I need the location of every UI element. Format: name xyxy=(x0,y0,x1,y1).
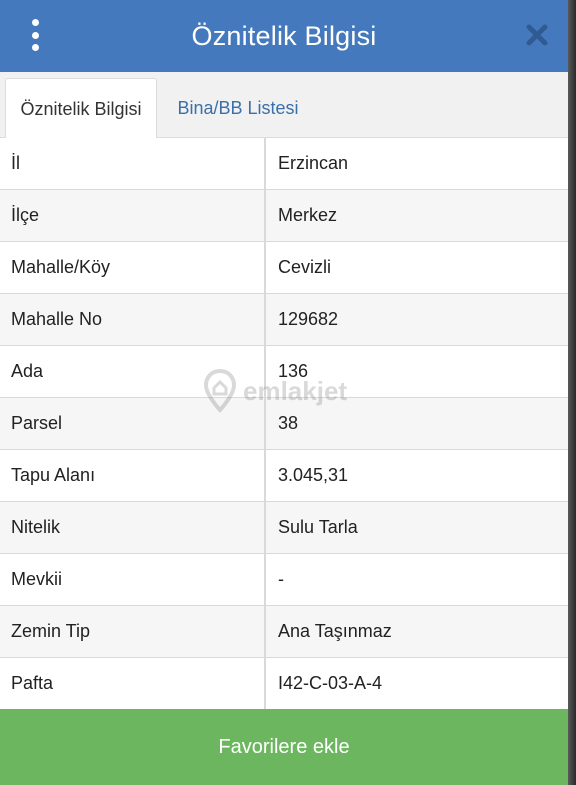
attribute-value: Merkez xyxy=(278,205,338,225)
attribute-table: İl Erzincan İlçe Merkez Mahalle/Köy Cevi… xyxy=(0,138,568,710)
attribute-key: Mahalle/Köy xyxy=(0,242,266,293)
close-icon[interactable] xyxy=(524,22,550,48)
table-row: Tapu Alanı 3.045,31 xyxy=(0,450,568,502)
tab-attribute-info[interactable]: Öznitelik Bilgisi xyxy=(5,78,157,139)
tab-building-list[interactable]: Bina/BB Listesi xyxy=(168,78,308,138)
attribute-key: Parsel xyxy=(0,398,266,449)
table-row: Mevkii - xyxy=(0,554,568,606)
table-row: İl Erzincan xyxy=(0,138,568,190)
attribute-value: Sulu Tarla xyxy=(278,517,358,537)
attribute-key: Mevkii xyxy=(0,554,266,605)
add-to-favorites-button[interactable]: Favorilere ekle xyxy=(0,709,568,785)
tab-bar: Öznitelik Bilgisi Bina/BB Listesi xyxy=(0,72,568,139)
table-row: Parsel 38 xyxy=(0,398,568,450)
attribute-key: Mahalle No xyxy=(0,294,266,345)
table-row: İlçe Merkez xyxy=(0,190,568,242)
modal-header: Öznitelik Bilgisi xyxy=(0,0,568,72)
attribute-key: İlçe xyxy=(0,190,266,241)
attribute-value: Erzincan xyxy=(278,153,349,173)
attribute-value: 129682 xyxy=(278,309,339,329)
table-row: Pafta I42-C-03-A-4 xyxy=(0,658,568,710)
table-row: Mahalle No 129682 xyxy=(0,294,568,346)
attribute-key: İl xyxy=(0,138,266,189)
attribute-value: - xyxy=(278,569,284,589)
modal-title: Öznitelik Bilgisi xyxy=(191,20,377,51)
attribute-value: 38 xyxy=(278,413,299,433)
background-edge xyxy=(568,0,576,785)
attribute-value: Ana Taşınmaz xyxy=(278,621,392,641)
attribute-key: Zemin Tip xyxy=(0,606,266,657)
attribute-key: Tapu Alanı xyxy=(0,450,266,501)
table-row: Ada 136 xyxy=(0,346,568,398)
attribute-value: 136 xyxy=(278,361,309,381)
attribute-value: Cevizli xyxy=(278,257,332,277)
attribute-value: I42-C-03-A-4 xyxy=(278,673,383,693)
attribute-value: 3.045,31 xyxy=(278,465,349,485)
vertical-dots-icon[interactable] xyxy=(24,19,46,51)
table-row: Mahalle/Köy Cevizli xyxy=(0,242,568,294)
table-row: Zemin Tip Ana Taşınmaz xyxy=(0,606,568,658)
attribute-key: Ada xyxy=(0,346,266,397)
attribute-key: Nitelik xyxy=(0,502,266,553)
table-row: Nitelik Sulu Tarla xyxy=(0,502,568,554)
attribute-key: Pafta xyxy=(0,658,266,709)
